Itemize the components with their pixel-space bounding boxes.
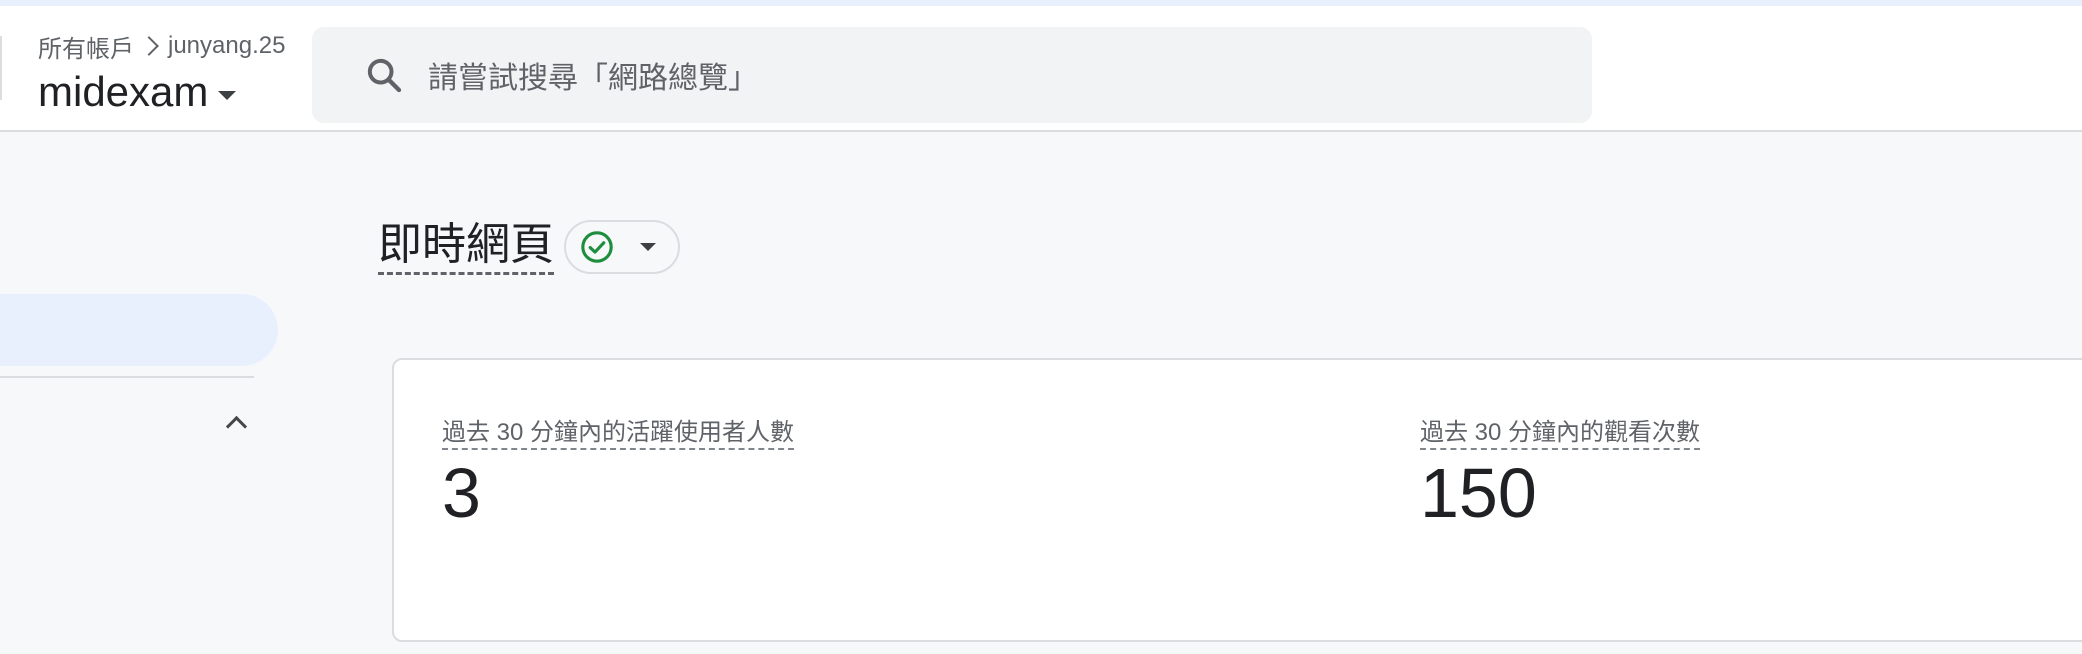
search-icon[interactable]	[362, 53, 406, 97]
breadcrumb[interactable]: 所有帳戶 junyang.25	[38, 26, 285, 66]
property-selector[interactable]: midexam	[38, 62, 237, 122]
collapse-section-button[interactable]	[222, 408, 250, 437]
sidebar-divider	[0, 376, 254, 378]
metric-label[interactable]: 過去 30 分鐘內的觀看次數	[1420, 419, 1701, 450]
header-divider	[0, 36, 2, 100]
metric-value: 3	[442, 454, 481, 532]
top-header: 所有帳戶 junyang.25 midexam 請嘗試搜尋「網路總覽」	[0, 6, 2082, 132]
page-title[interactable]: 即時網頁	[378, 220, 554, 275]
status-chip[interactable]	[564, 220, 680, 274]
metric-active-users: 過去 30 分鐘內的活躍使用者人數 3	[442, 412, 795, 533]
breadcrumb-account[interactable]: junyang.25	[168, 32, 285, 60]
metric-views: 過去 30 分鐘內的觀看次數 150	[1420, 412, 1701, 533]
metric-label[interactable]: 過去 30 分鐘內的活躍使用者人數	[442, 419, 795, 450]
caret-down-icon[interactable]	[640, 243, 656, 251]
search-bar[interactable]: 請嘗試搜尋「網路總覽」	[312, 27, 1592, 123]
chevron-up-icon[interactable]	[225, 415, 247, 437]
metric-value: 150	[1420, 454, 1537, 532]
sidebar-item-active[interactable]	[0, 294, 278, 366]
realtime-metrics-card: 過去 30 分鐘內的活躍使用者人數 3 過去 30 分鐘內的觀看次數 150	[392, 358, 2082, 642]
page-title-row: 即時網頁	[378, 214, 680, 280]
chevron-right-icon	[139, 36, 159, 56]
property-name[interactable]: midexam	[38, 68, 208, 116]
search-input[interactable]: 請嘗試搜尋「網路總覽」	[428, 53, 758, 97]
caret-down-icon[interactable]	[218, 90, 237, 100]
check-circle-icon	[580, 230, 614, 264]
breadcrumb-all-accounts[interactable]: 所有帳戶	[38, 29, 134, 64]
